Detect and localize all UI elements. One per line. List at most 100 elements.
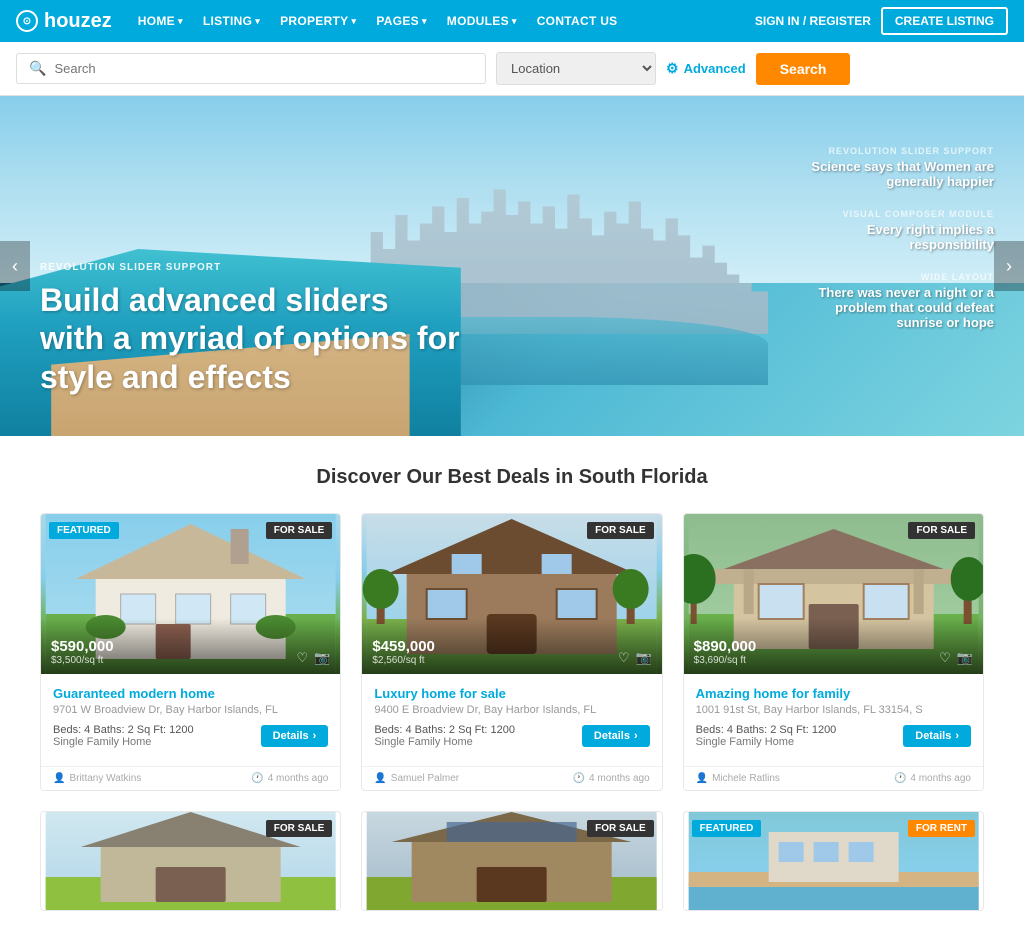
badge-featured-1: FEATURED <box>49 522 119 539</box>
slider-prev-button[interactable]: ‹ <box>0 241 30 291</box>
card-date-2: 🕐 4 months ago <box>573 773 650 784</box>
logo-icon: ⊙ <box>16 10 38 32</box>
property-card-6: FEATURED FOR RENT <box>683 811 984 911</box>
favorite-icon[interactable]: ♡ <box>618 650 630 666</box>
hero-side-item-2: VISUAL COMPOSER MODULE Every right impli… <box>794 209 994 252</box>
clock-icon: 🕐 <box>251 773 263 784</box>
card-image-3: FOR SALE $890,000 $3,690/sq ft ♡ 📷 <box>684 514 983 674</box>
favorite-icon[interactable]: ♡ <box>296 650 308 666</box>
card-date-1: 🕐 4 months ago <box>251 773 328 784</box>
card-body-2: Luxury home for sale 9400 E Broadview Dr… <box>362 674 661 766</box>
card-price-1: $590,000 $3,500/sq ft <box>51 638 114 666</box>
nav-item-modules[interactable]: MODULES ▾ <box>439 10 525 32</box>
card-icons-3: ♡ 📷 <box>939 650 973 666</box>
hero-title: Build advanced sliders with a myriad of … <box>40 281 460 396</box>
details-button-2[interactable]: Details › <box>582 725 650 747</box>
advanced-link[interactable]: ⚙ Advanced <box>666 60 746 77</box>
card-title-3[interactable]: Amazing home for family <box>696 686 971 701</box>
search-button[interactable]: Search <box>756 53 851 85</box>
section-title: Discover Our Best Deals in South Florida <box>40 466 984 489</box>
card-specs-3: Beds: 4 Baths: 2 Sq Ft: 1200 Single Fami… <box>696 724 837 748</box>
camera-icon[interactable]: 📷 <box>314 650 330 666</box>
deals-section: Discover Our Best Deals in South Florida <box>0 436 1024 941</box>
chevron-down-icon: ▾ <box>352 16 357 27</box>
chevron-down-icon: ▾ <box>512 16 517 27</box>
card-price-overlay-3: $890,000 $3,690/sq ft ♡ 📷 <box>684 618 983 674</box>
card-image-1: FEATURED FOR SALE $590,000 $3,500/sq ft … <box>41 514 340 674</box>
badge-for-sale-2: FOR SALE <box>587 522 654 539</box>
person-icon: 👤 <box>53 773 65 784</box>
card-details-1: Beds: 4 Baths: 2 Sq Ft: 1200 Single Fami… <box>53 724 328 748</box>
nav-item-home[interactable]: HOME ▾ <box>130 10 191 32</box>
card-icons-1: ♡ 📷 <box>296 650 330 666</box>
hero-side-content: REVOLUTION SLIDER SUPPORT Science says t… <box>794 146 994 350</box>
property-card-2: FOR SALE $459,000 $2,560/sq ft ♡ 📷 Luxur… <box>361 513 662 791</box>
favorite-icon[interactable]: ♡ <box>939 650 951 666</box>
badge-for-sale-1: FOR SALE <box>266 522 333 539</box>
location-select[interactable]: Location <box>496 52 656 85</box>
card-title-2[interactable]: Luxury home for sale <box>374 686 649 701</box>
search-input[interactable] <box>54 61 473 76</box>
hero-label: REVOLUTION SLIDER SUPPORT <box>40 262 460 273</box>
nav-right: SIGN IN / REGISTER CREATE LISTING <box>755 7 1008 35</box>
card-date-3: 🕐 4 months ago <box>894 773 971 784</box>
nav-items: HOME ▾ LISTING ▾ PROPERTY ▾ PAGES ▾ MODU… <box>130 10 747 32</box>
card-body-3: Amazing home for family 1001 91st St, Ba… <box>684 674 983 766</box>
hero-side-text-2: Every right implies a responsibility <box>794 222 994 252</box>
hero-side-item-3: WIDE LAYOUT There was never a night or a… <box>794 272 994 330</box>
camera-icon[interactable]: 📷 <box>635 650 651 666</box>
card-image-6: FEATURED FOR RENT <box>684 812 983 911</box>
card-image-2: FOR SALE $459,000 $2,560/sq ft ♡ 📷 <box>362 514 661 674</box>
hero-slider: ‹ › REVOLUTION SLIDER SUPPORT Build adva… <box>0 96 1024 436</box>
hero-side-label-1: REVOLUTION SLIDER SUPPORT <box>794 146 994 156</box>
nav-item-pages[interactable]: PAGES ▾ <box>368 10 434 32</box>
chevron-down-icon: ▾ <box>178 16 183 27</box>
card-icons-2: ♡ 📷 <box>618 650 652 666</box>
chevron-down-icon: ▾ <box>422 16 427 27</box>
search-input-wrap: 🔍 <box>16 53 486 84</box>
badge-for-sale-4: FOR SALE <box>266 820 333 837</box>
nav-item-property[interactable]: PROPERTY ▾ <box>272 10 364 32</box>
card-image-4: FOR SALE <box>41 812 340 911</box>
card-footer-2: 👤 Samuel Palmer 🕐 4 months ago <box>362 766 661 790</box>
person-icon: 👤 <box>696 773 708 784</box>
card-price-2: $459,000 $2,560/sq ft <box>372 638 435 666</box>
create-listing-button[interactable]: CREATE LISTING <box>881 7 1008 35</box>
card-price-overlay-1: $590,000 $3,500/sq ft ♡ 📷 <box>41 618 340 674</box>
card-body-1: Guaranteed modern home 9701 W Broadview … <box>41 674 340 766</box>
hero-side-item-1: REVOLUTION SLIDER SUPPORT Science says t… <box>794 146 994 189</box>
hero-side-label-3: WIDE LAYOUT <box>794 272 994 282</box>
clock-icon: 🕐 <box>573 773 585 784</box>
hero-content: REVOLUTION SLIDER SUPPORT Build advanced… <box>40 262 460 396</box>
hero-side-text-1: Science says that Women are generally ha… <box>794 159 994 189</box>
card-price-3: $890,000 $3,690/sq ft <box>694 638 757 666</box>
nav-item-contact[interactable]: CONTACT US <box>529 10 626 32</box>
property-grid-row1: FEATURED FOR SALE $590,000 $3,500/sq ft … <box>40 513 984 791</box>
badge-featured-6: FEATURED <box>692 820 762 837</box>
property-card-5: FOR SALE <box>361 811 662 911</box>
brand-name: houzez <box>44 10 112 33</box>
property-card-1: FEATURED FOR SALE $590,000 $3,500/sq ft … <box>40 513 341 791</box>
card-address-1: 9701 W Broadview Dr, Bay Harbor Islands,… <box>53 704 328 716</box>
logo[interactable]: ⊙ houzez <box>16 10 112 33</box>
details-button-1[interactable]: Details › <box>261 725 329 747</box>
card-details-2: Beds: 4 Baths: 2 Sq Ft: 1200 Single Fami… <box>374 724 649 748</box>
card-author-1: 👤 Brittany Watkins <box>53 773 141 784</box>
search-icon: 🔍 <box>29 60 46 77</box>
hero-side-label-2: VISUAL COMPOSER MODULE <box>794 209 994 219</box>
card-details-3: Beds: 4 Baths: 2 Sq Ft: 1200 Single Fami… <box>696 724 971 748</box>
slider-next-button[interactable]: › <box>994 241 1024 291</box>
badge-for-rent-6: FOR RENT <box>908 820 975 837</box>
card-author-3: 👤 Michele Ratlins <box>696 773 780 784</box>
card-address-3: 1001 91st St, Bay Harbor Islands, FL 331… <box>696 704 971 716</box>
nav-item-listing[interactable]: LISTING ▾ <box>195 10 268 32</box>
card-address-2: 9400 E Broadview Dr, Bay Harbor Islands,… <box>374 704 649 716</box>
card-specs-2: Beds: 4 Baths: 2 Sq Ft: 1200 Single Fami… <box>374 724 515 748</box>
details-button-3[interactable]: Details › <box>903 725 971 747</box>
sign-in-link[interactable]: SIGN IN / REGISTER <box>755 14 871 28</box>
camera-icon[interactable]: 📷 <box>957 650 973 666</box>
gear-icon: ⚙ <box>666 60 679 77</box>
card-title-1[interactable]: Guaranteed modern home <box>53 686 328 701</box>
card-author-2: 👤 Samuel Palmer <box>374 773 459 784</box>
clock-icon: 🕐 <box>894 773 906 784</box>
